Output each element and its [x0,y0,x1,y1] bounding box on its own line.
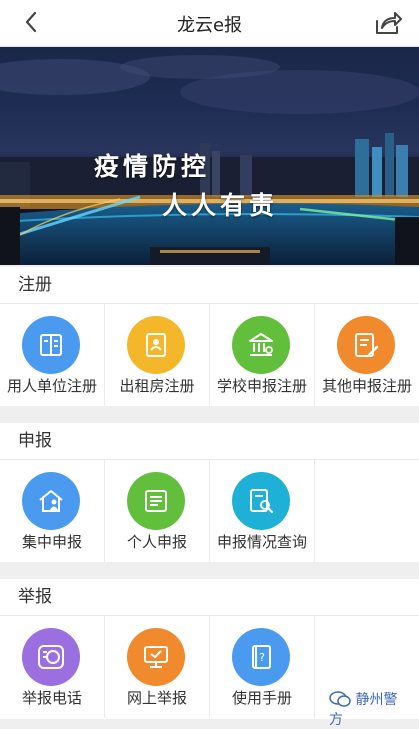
user-manual-label: 使用手册 [231,689,292,707]
personal-declare-label: 个人申报 [126,533,187,551]
banner-image: 疫情防控 人人有责 [0,47,419,265]
register-rental-button[interactable]: 出租房注册 [105,304,210,406]
page-title: 龙云e报 [176,15,243,36]
section-title-register: 注册 [0,267,419,304]
group-declare-button[interactable]: 集中申报 [0,460,105,562]
manual-book-icon: ? [232,628,290,686]
monitor-icon [127,628,185,686]
register-employer-label: 用人单位注册 [6,377,97,395]
banner-title-line1: 疫情防控 [94,152,211,181]
share-icon[interactable] [373,8,403,38]
building-doc-icon [22,316,80,374]
house-person-icon [22,472,80,530]
list-doc-icon [127,472,185,530]
report-phone-button[interactable]: 举报电话 [0,616,105,718]
register-section: 注册 用人单位注册 出租房注册 学校申报注册 其他申报注册 [0,267,419,406]
declare-section: 申报 集中申报 个人申报 申报情况查询 [0,423,419,562]
id-card-icon [127,316,185,374]
online-report-label: 网上举报 [126,689,187,707]
svg-text:?: ? [259,651,265,664]
report-phone-icon [22,628,80,686]
school-icon [232,316,290,374]
register-employer-button[interactable]: 用人单位注册 [0,304,105,406]
banner-title-line2: 人人有责 [162,191,279,220]
declare-query-label: 申报情况查询 [216,533,307,551]
declare-query-button[interactable]: 申报情况查询 [210,460,315,562]
personal-declare-button[interactable]: 个人申报 [105,460,210,562]
section-title-declare: 申报 [0,423,419,460]
register-rental-label: 出租房注册 [119,377,195,395]
top-bar: 龙云e报 [0,0,419,47]
group-declare-label: 集中申报 [21,533,82,551]
user-manual-button[interactable]: ? 使用手册 [210,616,315,718]
watermark: 静州警方 [329,689,411,728]
register-other-button[interactable]: 其他申报注册 [315,304,419,406]
report-phone-label: 举报电话 [21,689,82,707]
register-school-label: 学校申报注册 [216,377,307,395]
form-edit-icon [337,316,395,374]
section-title-report: 举报 [0,579,419,616]
empty-cell [315,460,419,562]
register-other-label: 其他申报注册 [321,377,412,395]
online-report-button[interactable]: 网上举报 [105,616,210,718]
wechat-bubble-icon [329,691,351,707]
register-school-button[interactable]: 学校申报注册 [210,304,315,406]
search-doc-icon [232,472,290,530]
